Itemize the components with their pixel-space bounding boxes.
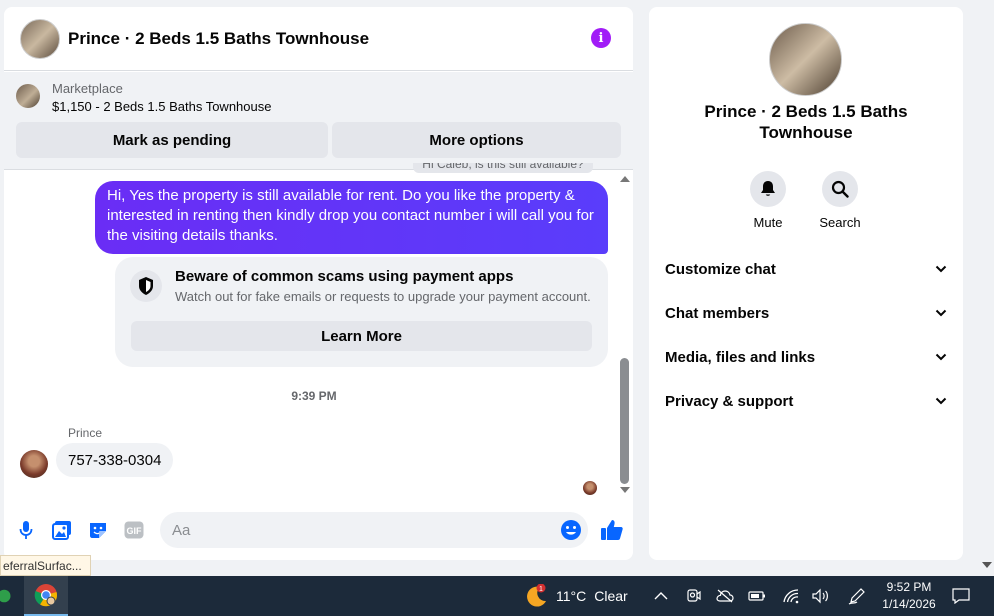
page-scroll-down-arrow-icon[interactable]: [982, 562, 992, 568]
row-label: Privacy & support: [665, 392, 794, 410]
sender-avatar[interactable]: [20, 450, 48, 478]
notification-icon[interactable]: [952, 588, 970, 604]
chrome-icon: [34, 584, 58, 607]
previous-message-fragment: Hi Caleb, is this still available?: [413, 163, 593, 173]
chevron-down-icon: [935, 397, 947, 405]
chat-header: Prince · 2 Beds 1.5 Baths Townhouse i: [4, 7, 633, 71]
marketplace-bar: Marketplace $1,150 - 2 Beds 1.5 Baths To…: [4, 72, 633, 170]
chevron-up-icon[interactable]: [652, 588, 670, 604]
chat-panel: Prince · 2 Beds 1.5 Baths Townhouse i Ma…: [4, 7, 633, 560]
clock-date: 1/14/2026: [882, 597, 936, 611]
chevron-down-icon: [935, 309, 947, 317]
clock-time: 9:52 PM: [886, 580, 932, 594]
seen-indicator-avatar: [583, 481, 597, 495]
weather-condition: Clear: [594, 588, 628, 604]
weather-badge: 1: [539, 586, 543, 593]
message-input[interactable]: [160, 512, 588, 548]
row-label: Media, files and links: [665, 348, 816, 366]
taskbar-tooltip: eferralSurfac...: [0, 555, 91, 576]
emoji-icon[interactable]: [560, 519, 582, 541]
more-options-button[interactable]: More options: [332, 122, 621, 158]
battery-icon[interactable]: [748, 588, 766, 604]
scroll-thumb[interactable]: [620, 358, 629, 484]
marketplace-label: Marketplace: [52, 81, 123, 96]
taskbar: 1 11°C Clear 9:52 PM 1/14/2026: [0, 576, 994, 616]
chrome-taskbar-button[interactable]: [24, 576, 68, 616]
row-label: Customize chat: [665, 260, 776, 278]
weather-widget[interactable]: 1 11°C Clear: [524, 584, 628, 608]
incoming-message[interactable]: 757-338-0304: [56, 443, 174, 477]
scam-title: Beware of common scams using payment app…: [175, 268, 514, 285]
listing-avatar[interactable]: [20, 18, 60, 59]
scam-warning-card: Beware of common scams using payment app…: [115, 257, 608, 367]
privacy-support-row[interactable]: Privacy & support: [665, 389, 947, 413]
chat-members-row[interactable]: Chat members: [665, 301, 947, 325]
photo-icon[interactable]: [52, 520, 72, 540]
volume-icon[interactable]: [812, 588, 830, 604]
scroll-up-arrow-icon[interactable]: [620, 176, 630, 182]
search-label: Search: [819, 215, 861, 230]
mute-action[interactable]: Mute: [738, 171, 798, 230]
row-label: Chat members: [665, 304, 770, 322]
wifi-icon[interactable]: [782, 588, 800, 604]
svg-text:GIF: GIF: [127, 526, 143, 536]
chevron-down-icon: [935, 265, 947, 273]
sticker-icon[interactable]: [88, 520, 108, 540]
moon-icon: 1: [527, 584, 546, 607]
search-icon[interactable]: [822, 171, 858, 207]
chat-title[interactable]: Prince · 2 Beds 1.5 Baths Townhouse: [68, 29, 369, 49]
listing-thumbnail[interactable]: [16, 84, 40, 108]
pen-icon[interactable]: [848, 588, 866, 605]
temperature: 11°C: [556, 588, 587, 604]
conversation-info-panel: Prince · 2 Beds 1.5 Baths Townhouse Mute…: [649, 7, 963, 560]
customize-chat-row[interactable]: Customize chat: [665, 257, 947, 281]
system-clock[interactable]: 9:52 PM 1/14/2026: [876, 579, 942, 613]
learn-more-button[interactable]: Learn More: [131, 321, 592, 351]
taskbar-app-partial-icon[interactable]: [0, 576, 14, 616]
info-title: Prince · 2 Beds 1.5 Baths Townhouse: [704, 102, 908, 142]
listing-avatar-large[interactable]: [769, 23, 842, 96]
info-icon[interactable]: i: [591, 28, 611, 48]
microphone-icon[interactable]: [16, 520, 36, 540]
mute-label: Mute: [753, 215, 783, 230]
message-composer: GIF: [4, 507, 633, 553]
gif-icon[interactable]: GIF: [124, 520, 144, 540]
scam-subtitle: Watch out for fake emails or requests to…: [175, 289, 591, 304]
bell-icon[interactable]: [750, 171, 786, 207]
shield-icon: [130, 270, 162, 302]
mark-pending-button[interactable]: Mark as pending: [16, 122, 328, 158]
cloud-offline-icon[interactable]: [716, 588, 734, 604]
thumbs-up-icon[interactable]: [600, 519, 624, 541]
meet-now-icon[interactable]: [684, 588, 702, 604]
scroll-down-arrow-icon[interactable]: [620, 487, 630, 493]
message-timestamp: 9:39 PM: [291, 389, 337, 403]
chat-scrollbar[interactable]: [619, 170, 631, 498]
sender-name: Prince: [68, 426, 103, 440]
search-action[interactable]: Search: [810, 171, 870, 230]
media-files-links-row[interactable]: Media, files and links: [665, 345, 947, 369]
outgoing-message[interactable]: Hi, Yes the property is still available …: [95, 181, 608, 254]
chevron-down-icon: [935, 353, 947, 361]
listing-title[interactable]: $1,150 - 2 Beds 1.5 Baths Townhouse: [52, 99, 271, 114]
